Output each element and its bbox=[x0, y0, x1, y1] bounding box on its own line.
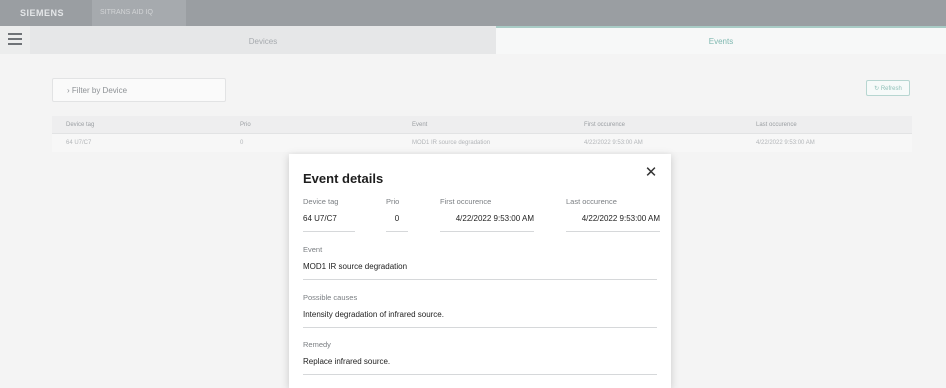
cell-first-occurence: 4/22/2022 9:53:00 AM bbox=[584, 140, 643, 146]
event-details-dialog: Event details ✕ Device tag 64 U7/C7 Prio… bbox=[289, 154, 671, 388]
filter-by-device-button[interactable]: › Filter by Device bbox=[52, 78, 226, 102]
hamburger-menu-icon[interactable] bbox=[8, 33, 22, 45]
cell-last-occurence: 4/22/2022 9:53:00 AM bbox=[756, 140, 815, 146]
cell-event: MOD1 IR source degradation bbox=[412, 140, 491, 146]
dialog-title: Event details bbox=[303, 171, 384, 186]
device-tag-label: Device tag bbox=[303, 197, 339, 206]
possible-causes-label: Possible causes bbox=[303, 293, 358, 302]
product-name: SITRANS AID IQ bbox=[92, 0, 186, 26]
tab-events[interactable]: Events bbox=[496, 26, 946, 54]
possible-causes-value: Intensity degradation of infrared source… bbox=[303, 310, 657, 328]
table-row[interactable]: 64 U7/C7 0 MOD1 IR source degradation 4/… bbox=[52, 134, 912, 152]
device-tag-value: 64 U7/C7 bbox=[303, 214, 355, 232]
first-occurence-value: 4/22/2022 9:53:00 AM bbox=[440, 214, 534, 232]
event-value: MOD1 IR source degradation bbox=[303, 262, 657, 280]
event-label: Event bbox=[303, 245, 323, 254]
column-header-prio[interactable]: Prio bbox=[240, 122, 251, 128]
brand-logo: SIEMENS bbox=[20, 8, 65, 18]
tab-devices[interactable]: Devices bbox=[30, 26, 496, 54]
last-occurence-value: 4/22/2022 9:53:00 AM bbox=[566, 214, 660, 232]
cell-device-tag: 64 U7/C7 bbox=[66, 140, 92, 146]
events-table: Device tag Prio Event First occurence La… bbox=[52, 116, 912, 152]
prio-label: Prio bbox=[386, 197, 400, 206]
remedy-label: Remedy bbox=[303, 340, 331, 349]
column-header-device-tag[interactable]: Device tag bbox=[66, 122, 94, 128]
column-header-first-occurence[interactable]: First occurence bbox=[584, 122, 625, 128]
column-header-last-occurence[interactable]: Last occurence bbox=[756, 122, 797, 128]
close-icon[interactable]: ✕ bbox=[643, 165, 659, 181]
column-header-event[interactable]: Event bbox=[412, 122, 427, 128]
title-bar: SIEMENS SITRANS AID IQ bbox=[0, 0, 946, 26]
remedy-value: Replace infrared source. bbox=[303, 357, 657, 375]
prio-value: 0 bbox=[386, 214, 408, 232]
first-occurence-label: First occurence bbox=[440, 197, 492, 206]
last-occurence-label: Last occurence bbox=[566, 197, 617, 206]
tab-bar: Devices Events bbox=[0, 26, 946, 54]
refresh-button[interactable]: ↻ Refresh bbox=[866, 80, 910, 96]
cell-prio: 0 bbox=[240, 140, 244, 146]
table-header: Device tag Prio Event First occurence La… bbox=[52, 116, 912, 134]
